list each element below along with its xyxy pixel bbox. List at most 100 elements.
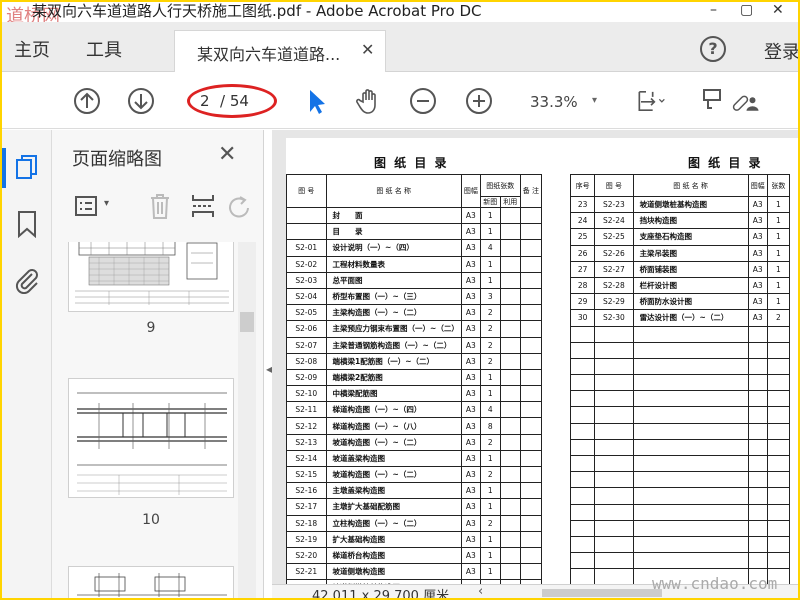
cell-no: S2-11 (286, 401, 327, 419)
document-view[interactable]: 图 纸 目 录 图 纸 目 录 图 号 图 纸 名 称 图幅 图纸张数 备 注 … (272, 130, 798, 598)
horizontal-scrollbar[interactable] (542, 589, 662, 597)
table-row: 30 S2-30 雷达设计图（一）~（二） A3 2 (569, 309, 791, 327)
help-icon[interactable]: ? (700, 36, 726, 62)
cell-empty (594, 325, 634, 343)
menu-tools[interactable]: 工具 (86, 36, 122, 62)
page-thumbnail[interactable] (68, 566, 234, 598)
cell-empty (499, 287, 521, 306)
table-row (569, 454, 791, 473)
cell-empty (499, 514, 521, 532)
login-button[interactable]: 登录 (764, 38, 798, 64)
cell-empty (747, 422, 768, 440)
cell-empty (519, 482, 543, 500)
cell-empty (569, 568, 596, 586)
cell-empty (519, 514, 543, 532)
cell-name: 主梁吊装图 (632, 244, 749, 262)
current-page-input[interactable]: 2 (200, 92, 210, 110)
hand-tool-icon[interactable] (354, 86, 384, 116)
cell-empty (747, 487, 768, 505)
cell-name: 桥面铺装图 (632, 260, 749, 278)
close-panel-icon[interactable]: ✕ (218, 142, 236, 167)
zoom-out-icon[interactable] (408, 86, 438, 116)
cell-no: S2-02 (286, 255, 327, 273)
cell-empty (632, 438, 749, 457)
thumbnail-scrollbar[interactable] (238, 242, 256, 598)
zoom-in-icon[interactable] (464, 86, 494, 116)
cell-idx: 27 (569, 260, 596, 278)
cell-empty (499, 206, 521, 225)
cell-count: 1 (479, 223, 501, 241)
cell-empty (747, 341, 768, 359)
cell-empty (766, 422, 791, 440)
cell-name: 梯道桥台构造图 (325, 546, 462, 565)
table-row: 25 S2-25 支座垫石构造图 A3 1 (569, 228, 791, 246)
table-row (569, 422, 791, 440)
close-window-button[interactable]: ✕ (772, 2, 784, 18)
previous-page-icon[interactable] (72, 86, 102, 116)
cell-no: S2-24 (594, 212, 634, 230)
cell-no: S2-28 (594, 276, 634, 295)
header-sheet-size: 图幅 (747, 174, 768, 197)
drawing-index-table-left: 图 号 图 纸 名 称 图幅 图纸张数 备 注 新图 利用 封 面 A3 1 目 录A… (286, 174, 543, 597)
minimize-button[interactable]: – (710, 2, 717, 18)
cell-count: 4 (479, 239, 501, 257)
page-thumbnail[interactable] (68, 378, 234, 498)
cell-size: A3 (747, 260, 768, 278)
cell-size: A3 (460, 368, 481, 387)
page-thumbnail[interactable] (68, 242, 234, 312)
header-sheet-size: 图幅 (460, 174, 481, 208)
insert-page-icon[interactable] (190, 192, 216, 220)
select-cursor-icon[interactable] (302, 86, 332, 116)
scroll-left-icon[interactable]: ‹ (478, 584, 483, 598)
cell-empty (569, 503, 596, 521)
zoom-level[interactable]: 33.3% (530, 93, 578, 111)
cell-name: 主墩扩大基础配筋图 (325, 498, 462, 516)
cell-empty (569, 390, 596, 408)
cell-empty (499, 368, 521, 387)
delete-page-icon[interactable] (148, 192, 172, 220)
cell-count: 1 (479, 206, 501, 225)
cell-size: A3 (460, 239, 481, 257)
thumbnail-label: 10 (142, 512, 160, 528)
cell-empty (569, 325, 596, 343)
cell-name: 坡道盖梁构造图 (325, 449, 462, 468)
cell-size: A3 (460, 514, 481, 532)
close-tab-icon[interactable]: ✕ (361, 40, 374, 59)
table-row: 目 录 A3 1 (286, 223, 543, 241)
table-row: S2-07 主梁普通钢筋构造图（一）~（二） A3 2 (286, 336, 543, 354)
cell-empty (632, 471, 749, 489)
cell-no: S2-08 (286, 352, 327, 370)
thumbnail-options-icon[interactable] (74, 194, 100, 218)
cell-count: 1 (479, 546, 501, 565)
share-link-icon[interactable] (730, 86, 760, 116)
table-row: S2-21 坡道侧墩构造图 A3 1 (286, 563, 543, 581)
cell-name: 支座垫石构造图 (632, 228, 749, 246)
cell-no (286, 223, 327, 241)
rotate-page-icon[interactable] (226, 194, 252, 220)
cell-size: A3 (747, 244, 768, 262)
table-row (569, 471, 791, 489)
main-toolbar: 2 / 54 33.3% ▾ (2, 73, 798, 129)
bookmark-icon[interactable] (16, 210, 38, 238)
cell-idx: 26 (569, 244, 596, 262)
page-fit-icon[interactable] (636, 86, 666, 116)
scrollbar-thumb[interactable] (240, 312, 254, 332)
menu-home[interactable]: 主页 (14, 36, 50, 62)
cell-empty (499, 482, 521, 500)
table-row: S2-14 坡道盖梁构造图 A3 1 (286, 449, 543, 468)
rail-selection-indicator (2, 148, 6, 188)
attachment-icon[interactable] (14, 266, 40, 294)
document-tab[interactable]: 某双向六车道道路... ✕ (174, 30, 386, 72)
page-thumbnails-icon[interactable] (14, 154, 40, 182)
options-caret-icon[interactable]: ▾ (104, 198, 109, 209)
cell-no (286, 206, 327, 225)
maximize-button[interactable]: ▢ (740, 2, 753, 18)
chevron-down-icon[interactable]: ▾ (592, 95, 597, 106)
header-new: 新图 (479, 196, 501, 208)
comment-icon[interactable] (700, 86, 730, 116)
next-page-icon[interactable] (126, 86, 156, 116)
cell-size: A3 (460, 287, 481, 306)
page-number-field[interactable]: 2 / 54 (187, 84, 277, 118)
cell-name: 设计说明（一）~（四） (325, 239, 462, 257)
cell-no: S2-23 (594, 195, 634, 214)
